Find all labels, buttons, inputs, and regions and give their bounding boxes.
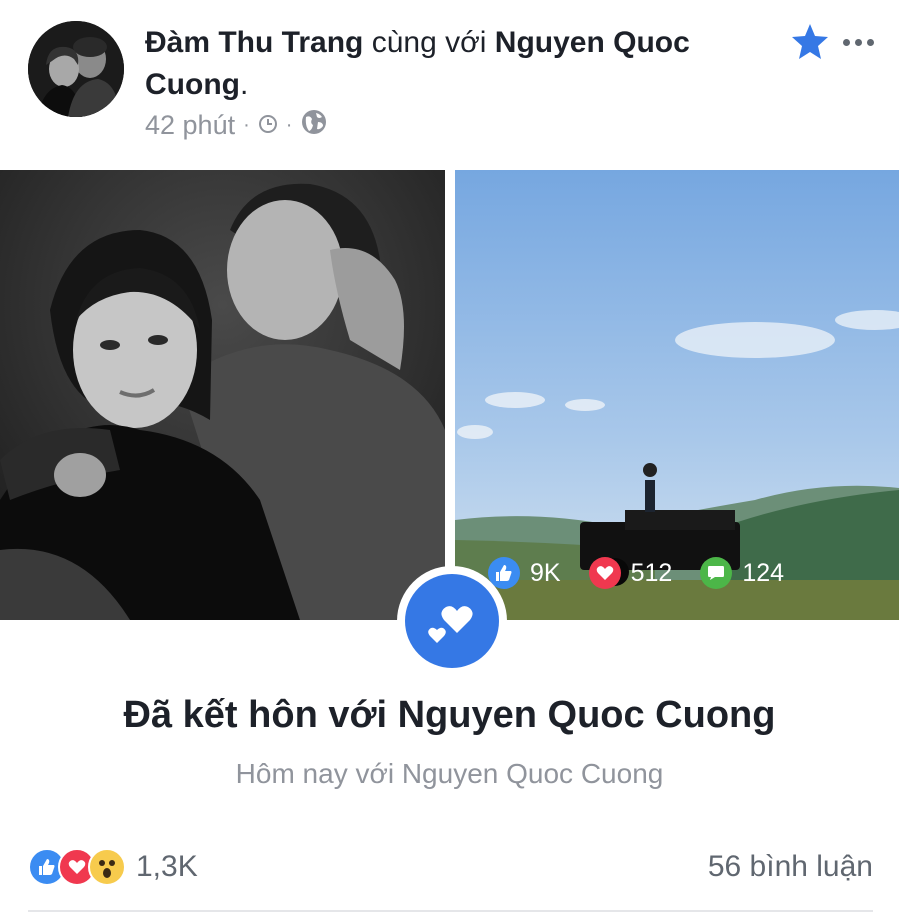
author-name[interactable]: Đàm Thu Trang [145, 26, 363, 59]
photo-couple[interactable] [0, 170, 445, 620]
divider [28, 910, 873, 912]
life-event-subtitle: Hôm nay với Nguyen Quoc Cuong [235, 758, 664, 789]
wow-icon [88, 848, 126, 886]
stat-comments[interactable]: 124 [700, 557, 784, 589]
clock-icon [258, 110, 278, 141]
comments-link[interactable]: 56 bình luận [708, 850, 873, 884]
stat-likes[interactable]: 9K [488, 557, 561, 589]
post-footer: 1,3K 56 bình luận [28, 848, 873, 892]
hearts-icon [405, 574, 499, 668]
stat-hearts[interactable]: 512 [588, 557, 673, 589]
hearts-count: 512 [630, 558, 673, 587]
love-icon [588, 557, 621, 589]
globe-icon[interactable] [300, 108, 328, 143]
reaction-count: 1,3K [136, 850, 198, 883]
life-event-title: Đã kết hôn với Nguyen Quoc Cuong [123, 694, 776, 736]
meta-separator: · [285, 114, 293, 136]
with-text: cùng với [371, 26, 487, 59]
photo-landscape[interactable] [455, 170, 899, 620]
post-author-line: Đàm Thu Trang cùng với Nguyen Quoc Cuong… [145, 22, 775, 106]
life-event-badge [397, 566, 507, 676]
comments-count: 124 [742, 558, 785, 587]
meta-separator: · [243, 114, 250, 136]
post-time[interactable]: 42 phút [145, 110, 235, 141]
reaction-summary[interactable]: 1,3K [28, 848, 198, 886]
avatar[interactable] [28, 21, 124, 117]
likes-count: 9K [530, 558, 561, 587]
more-icon[interactable] [838, 28, 878, 56]
post-meta: 42 phút · · [145, 108, 328, 143]
star-icon[interactable] [790, 22, 830, 62]
trailing-period: . [239, 68, 249, 101]
post-header: Đàm Thu Trang cùng với Nguyen Quoc Cuong… [0, 0, 899, 170]
photo-stats: 9K 512 124 [488, 556, 802, 590]
comment-icon [700, 557, 733, 589]
